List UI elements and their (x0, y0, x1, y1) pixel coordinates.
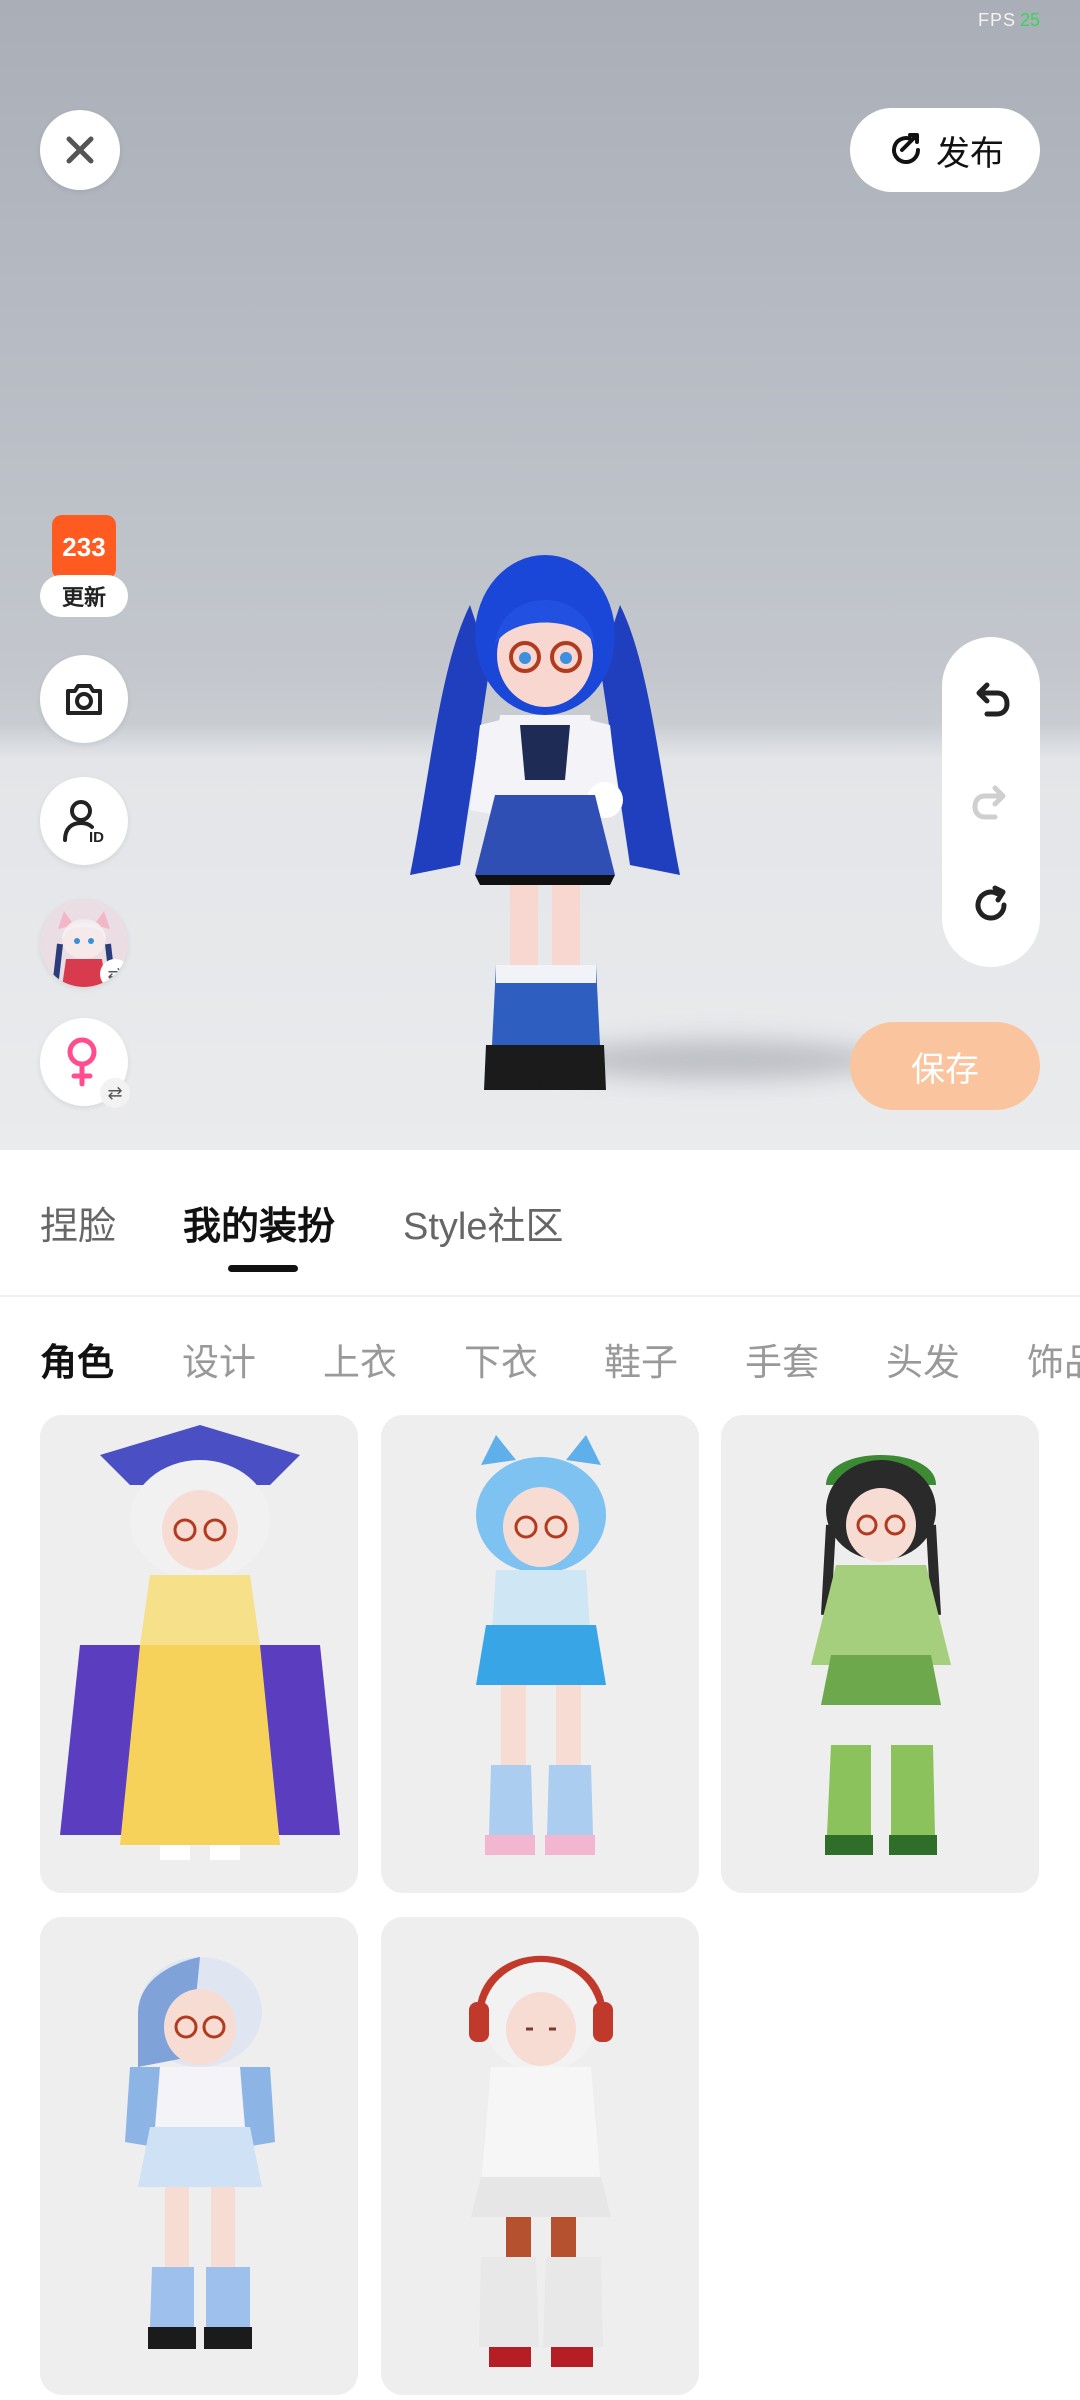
outfit-thumbnail (721, 1415, 1039, 1893)
main-tab-bar: 捏脸 我的装扮 Style社区 (0, 1150, 1080, 1297)
outfit-card[interactable] (381, 1917, 699, 2395)
swap-icon: ⇄ (100, 1078, 130, 1108)
gender-switch-button[interactable]: ⇄ (40, 1018, 130, 1108)
outfit-grid (0, 1415, 1080, 2400)
outfit-card[interactable] (721, 1415, 1039, 1893)
category-bar: 角色 设计 上衣 下衣 鞋子 手套 头发 饰品 (0, 1297, 1080, 1417)
redo-icon[interactable] (969, 780, 1013, 824)
outfit-card[interactable] (40, 1415, 358, 1893)
switch-character-button[interactable]: ⇄ (40, 899, 128, 987)
publish-label: 发布 (936, 134, 1004, 173)
update-label: 更新 (40, 575, 128, 617)
category-design[interactable]: 设计 (182, 1332, 256, 1386)
category-top[interactable]: 上衣 (323, 1332, 397, 1386)
user-id-icon: ID (63, 800, 104, 846)
fps-value: 25 (1019, 10, 1040, 30)
save-button[interactable]: 保存 (850, 1022, 1040, 1110)
avatar-3d-model[interactable] (400, 545, 690, 1105)
outfit-card[interactable] (40, 1917, 358, 2395)
category-gloves[interactable]: 手套 (745, 1332, 819, 1386)
tab-style-community[interactable]: Style社区 (403, 1195, 563, 1250)
publish-button[interactable]: 发布 (850, 108, 1040, 192)
category-accessories[interactable]: 饰品 (1027, 1332, 1080, 1386)
camera-icon (66, 684, 102, 715)
outfit-thumbnail (381, 1917, 699, 2395)
app-update-badge[interactable]: 233 更新 (40, 515, 128, 623)
category-hair[interactable]: 头发 (886, 1332, 960, 1386)
category-role[interactable]: 角色 (40, 1332, 114, 1386)
category-bottom[interactable]: 下衣 (464, 1332, 538, 1386)
undo-icon[interactable] (969, 677, 1013, 721)
close-icon (66, 136, 94, 164)
camera-button[interactable] (40, 655, 128, 743)
active-tab-indicator (228, 1265, 298, 1272)
close-button[interactable] (40, 110, 120, 190)
svg-text:ID: ID (89, 829, 104, 846)
publish-icon (892, 133, 920, 164)
outfit-thumbnail (40, 1917, 358, 2395)
reset-icon[interactable] (969, 883, 1013, 927)
female-icon (67, 1037, 97, 1087)
outfit-thumbnail (40, 1415, 358, 1893)
outfit-thumbnail (381, 1415, 699, 1893)
history-panel (942, 637, 1040, 967)
outfit-card[interactable] (381, 1415, 699, 1893)
tab-my-outfits[interactable]: 我的装扮 (183, 1195, 335, 1250)
fps-label: FPS (977, 10, 1016, 30)
app-logo: 233 (52, 515, 116, 579)
tab-face[interactable]: 捏脸 (40, 1195, 116, 1250)
category-shoes[interactable]: 鞋子 (604, 1332, 678, 1386)
avatar-id-button[interactable]: ID (40, 777, 128, 865)
swap-icon: ⇄ (100, 959, 128, 987)
avatar-stage[interactable]: FPS 25 发布 233 更新 ID ⇄ ⇄ 保存 (0, 0, 1080, 1150)
